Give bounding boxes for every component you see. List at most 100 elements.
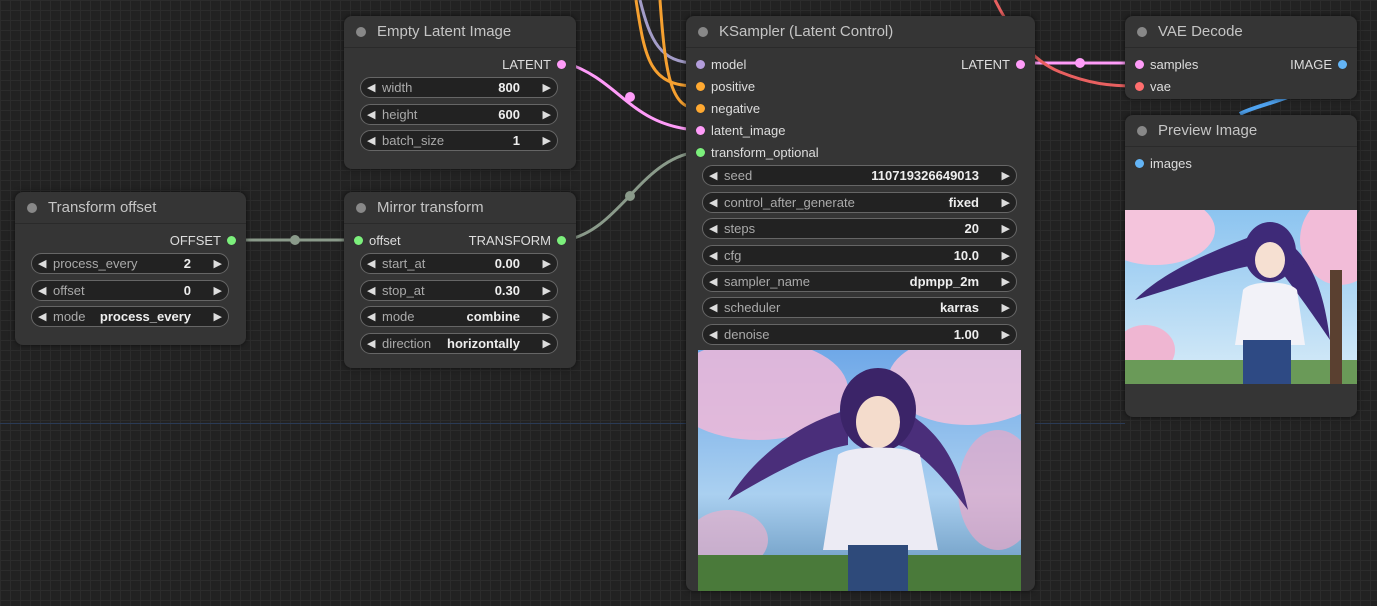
collapse-dot-icon[interactable]	[356, 202, 366, 213]
decrement-icon[interactable]: ◀	[38, 255, 46, 273]
negative-input-dot-icon[interactable]	[696, 103, 705, 113]
decrement-icon[interactable]: ◀	[367, 335, 375, 353]
widget-scheduler[interactable]: ◀ scheduler karras ▶	[702, 297, 1017, 318]
decrement-icon[interactable]: ◀	[367, 255, 375, 273]
decrement-icon[interactable]: ◀	[709, 326, 717, 344]
node-title-bar[interactable]: Empty Latent Image	[344, 16, 576, 48]
increment-icon[interactable]: ▶	[1002, 220, 1010, 238]
increment-icon[interactable]: ▶	[214, 255, 222, 273]
collapse-dot-icon[interactable]	[356, 26, 366, 37]
increment-icon[interactable]: ▶	[1002, 299, 1010, 317]
slot-row-model[interactable]: model LATENT	[686, 53, 1035, 75]
slot-row-negative[interactable]: negative	[686, 97, 1035, 119]
increment-icon[interactable]: ▶	[214, 308, 222, 326]
decrement-icon[interactable]: ◀	[367, 106, 375, 124]
widget-batch-size[interactable]: ◀ batch_size 1 ▶	[360, 130, 558, 151]
decrement-icon[interactable]: ◀	[709, 220, 717, 238]
slot-row-offset[interactable]: offset TRANSFORM	[344, 229, 576, 251]
node-title: VAE Decode	[1158, 23, 1243, 40]
node-title-bar[interactable]: VAE Decode	[1125, 16, 1357, 48]
node-vae-decode[interactable]: VAE Decode samples IMAGE vae	[1125, 16, 1357, 99]
increment-icon[interactable]: ▶	[543, 106, 551, 124]
samples-input-dot-icon[interactable]	[1135, 59, 1144, 69]
increment-icon[interactable]: ▶	[214, 282, 222, 300]
decrement-icon[interactable]: ◀	[367, 282, 375, 300]
decrement-icon[interactable]: ◀	[38, 308, 46, 326]
positive-input-dot-icon[interactable]	[696, 81, 705, 91]
slot-row-latent-image[interactable]: latent_image	[686, 119, 1035, 141]
latent-output-dot-icon[interactable]	[557, 59, 566, 69]
transform-input-dot-icon[interactable]	[696, 147, 705, 157]
slot-label: samples	[1150, 56, 1199, 72]
slot-row-positive[interactable]: positive	[686, 75, 1035, 97]
node-empty-latent-image[interactable]: Empty Latent Image LATENT ◀ width 800 ▶ …	[344, 16, 576, 169]
increment-icon[interactable]: ▶	[543, 335, 551, 353]
node-title: KSampler (Latent Control)	[719, 23, 894, 40]
increment-icon[interactable]: ▶	[1002, 167, 1010, 185]
node-transform-offset[interactable]: Transform offset OFFSET ◀ process_every …	[15, 192, 246, 345]
widget-cfg[interactable]: ◀ cfg 10.0 ▶	[702, 245, 1017, 266]
widget-direction[interactable]: ◀ direction horizontally ▶	[360, 333, 558, 354]
widget-process-every[interactable]: ◀ process_every 2 ▶	[31, 253, 229, 274]
slot-row-images[interactable]: images	[1125, 152, 1357, 174]
transform-output-dot-icon[interactable]	[557, 235, 566, 245]
increment-icon[interactable]: ▶	[1002, 326, 1010, 344]
output-slot-offset[interactable]: OFFSET	[15, 229, 246, 251]
node-preview-image[interactable]: Preview Image images	[1125, 115, 1357, 417]
node-title-bar[interactable]: Mirror transform	[344, 192, 576, 224]
widget-width[interactable]: ◀ width 800 ▶	[360, 77, 558, 98]
image-output-dot-icon[interactable]	[1338, 59, 1347, 69]
decrement-icon[interactable]: ◀	[709, 247, 717, 265]
widget-mode[interactable]: ◀ mode process_every ▶	[31, 306, 229, 327]
slot-row-transform-optional[interactable]: transform_optional	[686, 141, 1035, 163]
increment-icon[interactable]: ▶	[543, 132, 551, 150]
increment-icon[interactable]: ▶	[543, 282, 551, 300]
widget-seed[interactable]: ◀ seed 110719326649013 ▶	[702, 165, 1017, 186]
node-title-bar[interactable]: Transform offset	[15, 192, 246, 224]
decrement-icon[interactable]: ◀	[367, 79, 375, 97]
widget-sampler-name[interactable]: ◀ sampler_name dpmpp_2m ▶	[702, 271, 1017, 292]
widget-mode[interactable]: ◀ mode combine ▶	[360, 306, 558, 327]
collapse-dot-icon[interactable]	[698, 26, 708, 37]
slot-label: negative	[711, 100, 761, 116]
increment-icon[interactable]: ▶	[543, 308, 551, 326]
latent-output-dot-icon[interactable]	[1016, 59, 1025, 69]
link-samples-midpoint	[1075, 58, 1085, 68]
node-title-bar[interactable]: Preview Image	[1125, 115, 1357, 147]
widget-start-at[interactable]: ◀ start_at 0.00 ▶	[360, 253, 558, 274]
increment-icon[interactable]: ▶	[543, 255, 551, 273]
images-input-dot-icon[interactable]	[1135, 158, 1144, 168]
slot-row-vae[interactable]: vae	[1125, 75, 1357, 97]
increment-icon[interactable]: ▶	[1002, 273, 1010, 291]
node-title-bar[interactable]: KSampler (Latent Control)	[686, 16, 1035, 48]
increment-icon[interactable]: ▶	[1002, 194, 1010, 212]
decrement-icon[interactable]: ◀	[367, 308, 375, 326]
widget-denoise[interactable]: ◀ denoise 1.00 ▶	[702, 324, 1017, 345]
decrement-icon[interactable]: ◀	[709, 194, 717, 212]
widget-stop-at[interactable]: ◀ stop_at 0.30 ▶	[360, 280, 558, 301]
node-mirror-transform[interactable]: Mirror transform offset TRANSFORM ◀ star…	[344, 192, 576, 368]
vae-input-dot-icon[interactable]	[1135, 81, 1144, 91]
collapse-dot-icon[interactable]	[1137, 125, 1147, 136]
collapse-dot-icon[interactable]	[27, 202, 37, 213]
decrement-icon[interactable]: ◀	[367, 132, 375, 150]
widget-height[interactable]: ◀ height 600 ▶	[360, 104, 558, 125]
decrement-icon[interactable]: ◀	[709, 299, 717, 317]
model-input-dot-icon[interactable]	[696, 59, 705, 69]
decrement-icon[interactable]: ◀	[38, 282, 46, 300]
widget-offset[interactable]: ◀ offset 0 ▶	[31, 280, 229, 301]
collapse-dot-icon[interactable]	[1137, 26, 1147, 37]
increment-icon[interactable]: ▶	[543, 79, 551, 97]
widget-steps[interactable]: ◀ steps 20 ▶	[702, 218, 1017, 239]
node-title: Mirror transform	[377, 199, 484, 216]
widget-control-after-generate[interactable]: ◀ control_after_generate fixed ▶	[702, 192, 1017, 213]
decrement-icon[interactable]: ◀	[709, 167, 717, 185]
offset-input-dot-icon[interactable]	[354, 235, 363, 245]
latent-input-dot-icon[interactable]	[696, 125, 705, 135]
node-ksampler-latent-control[interactable]: KSampler (Latent Control) model LATENT p…	[686, 16, 1035, 591]
offset-output-dot-icon[interactable]	[227, 235, 236, 245]
output-slot-latent[interactable]: LATENT	[344, 53, 576, 75]
decrement-icon[interactable]: ◀	[709, 273, 717, 291]
increment-icon[interactable]: ▶	[1002, 247, 1010, 265]
slot-row-samples[interactable]: samples IMAGE	[1125, 53, 1357, 75]
